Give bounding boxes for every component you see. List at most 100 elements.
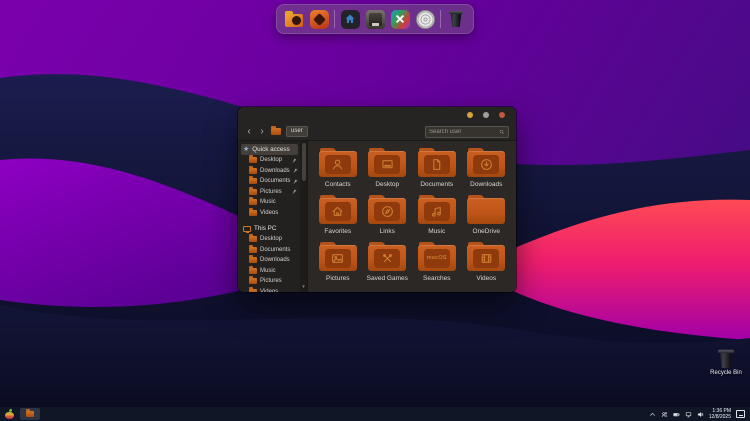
sidebar-item-videos[interactable]: Videos <box>241 208 298 219</box>
sidebar-item-videos[interactable]: Videos <box>241 287 298 293</box>
settings-app-icon[interactable] <box>415 9 435 29</box>
folder-icon <box>249 210 257 216</box>
back-button[interactable]: ‹ <box>245 127 253 137</box>
sidebar-item-label: Downloads <box>260 257 290 263</box>
folder-tile-onedrive[interactable]: OneDrive <box>462 195 512 242</box>
sidebar-item-label: Music <box>260 199 276 205</box>
pin-icon <box>292 189 297 194</box>
tray-chevron-up-icon[interactable] <box>649 411 656 418</box>
sidebar-item-documents[interactable]: Documents <box>241 245 298 256</box>
sidebar-item-desktop[interactable]: Desktop <box>241 155 298 166</box>
explorer-folder-icon <box>26 411 34 417</box>
home-app-icon[interactable] <box>340 9 360 29</box>
folder-icon <box>249 189 257 195</box>
taskbar-clock[interactable]: 1:36 PM 12/8/2025 <box>709 408 731 421</box>
dock <box>276 4 474 34</box>
window-titlebar[interactable] <box>238 107 516 123</box>
sidebar-section-quick-access[interactable]: ★Quick access <box>241 144 298 155</box>
folder-icon <box>249 268 257 274</box>
folder-emblem-panel <box>325 249 351 268</box>
desktop: ‹ › user ★Quick accessDesktopDownloadsDo… <box>0 0 750 421</box>
document-icon <box>430 158 443 171</box>
breadcrumb[interactable]: user <box>286 126 308 137</box>
action-center-icon[interactable] <box>736 410 745 418</box>
sidebar-item-pictures[interactable]: Pictures <box>241 276 298 287</box>
recycle-bin-icon <box>718 350 734 368</box>
folder-tile-saved-games[interactable]: Saved Games <box>363 242 413 289</box>
folder-icon <box>249 247 257 253</box>
folder-tile-searches[interactable]: macOSSearches <box>412 242 462 289</box>
tray-network-icon[interactable] <box>685 411 692 418</box>
tray-battery-icon[interactable] <box>673 411 680 418</box>
taskbar-explorer-button[interactable] <box>20 408 40 420</box>
breadcrumb-folder-icon <box>271 128 281 135</box>
folder-label: Videos <box>476 275 496 282</box>
search-input[interactable] <box>429 129 499 135</box>
package-app-icon[interactable] <box>365 9 385 29</box>
folder-label: Saved Games <box>367 275 408 282</box>
home-icon <box>331 205 344 218</box>
files-app-icon[interactable] <box>284 9 304 29</box>
big-folder-icon <box>467 198 505 224</box>
folder-tile-links[interactable]: Links <box>363 195 413 242</box>
folder-tile-contacts[interactable]: Contacts <box>313 148 363 195</box>
trash-icon[interactable] <box>446 9 466 29</box>
window-body: ★Quick accessDesktopDownloadsDocumentsPi… <box>238 141 516 292</box>
sidebar-item-downloads[interactable]: Downloads <box>241 166 298 177</box>
window-controls <box>467 112 505 118</box>
sidebar-item-pictures[interactable]: Pictures <box>241 187 298 198</box>
folder-tile-documents[interactable]: Documents <box>412 148 462 195</box>
sidebar-item-label: Documents <box>260 178 290 184</box>
tweaks-app-icon[interactable] <box>390 9 410 29</box>
folder-emblem-panel <box>374 249 400 268</box>
big-folder-icon <box>368 198 406 224</box>
sidebar-sections: ★Quick accessDesktopDownloadsDocumentsPi… <box>241 144 298 292</box>
sidebar-item-desktop[interactable]: Desktop <box>241 234 298 245</box>
folder-label: Contacts <box>325 181 351 188</box>
folder-tile-music[interactable]: Music <box>412 195 462 242</box>
sidebar-item-label: Documents <box>260 247 290 253</box>
sidebar-section-this-pc[interactable]: This PC <box>241 223 298 234</box>
folder-tile-pictures[interactable]: Pictures <box>313 242 363 289</box>
big-folder-icon <box>319 151 357 177</box>
folder-label: Pictures <box>326 275 349 282</box>
big-folder-icon: macOS <box>418 245 456 271</box>
sidebar-item-documents[interactable]: Documents <box>241 176 298 187</box>
folder-emblem-panel <box>473 249 499 268</box>
maximize-button[interactable] <box>483 112 489 118</box>
folder-emblem-panel <box>325 202 351 221</box>
folder-tile-favorites[interactable]: Favorites <box>313 195 363 242</box>
tray-people-icon[interactable] <box>661 411 668 418</box>
tray-icons <box>661 411 704 418</box>
sidebar: ★Quick accessDesktopDownloadsDocumentsPi… <box>238 141 308 292</box>
sidebar-item-downloads[interactable]: Downloads <box>241 255 298 266</box>
tools-icon <box>381 252 394 265</box>
folder-tile-videos[interactable]: Videos <box>462 242 512 289</box>
sidebar-item-music[interactable]: Music <box>241 197 298 208</box>
forward-button[interactable]: › <box>258 127 266 137</box>
minimize-button[interactable] <box>467 112 473 118</box>
folder-tile-desktop[interactable]: Desktop <box>363 148 413 195</box>
pin-icon <box>292 158 297 163</box>
folder-tile-downloads[interactable]: Downloads <box>462 148 512 195</box>
scrollbar-thumb[interactable] <box>302 143 306 181</box>
monitor-icon <box>381 158 394 171</box>
search-box[interactable] <box>425 126 509 138</box>
big-folder-icon <box>467 151 505 177</box>
sidebar-scrollbar[interactable]: ▾ <box>300 141 307 292</box>
music-icon <box>430 205 443 218</box>
recycle-bin[interactable]: Recycle Bin <box>703 351 749 376</box>
folder-label: Links <box>380 228 395 235</box>
sidebar-item-music[interactable]: Music <box>241 266 298 277</box>
tray-volume-icon[interactable] <box>697 411 704 418</box>
sidebar-item-label: Desktop <box>260 236 282 242</box>
big-folder-icon <box>467 245 505 271</box>
folder-icon <box>249 199 257 205</box>
close-button[interactable] <box>499 112 505 118</box>
scrollbar-down-icon[interactable]: ▾ <box>300 283 307 292</box>
start-button[interactable] <box>5 409 14 419</box>
sidebar-item-label: Videos <box>260 210 278 216</box>
film-icon <box>480 252 493 265</box>
taskbar: 1:36 PM 12/8/2025 <box>0 407 750 421</box>
gem-app-icon[interactable] <box>309 9 329 29</box>
